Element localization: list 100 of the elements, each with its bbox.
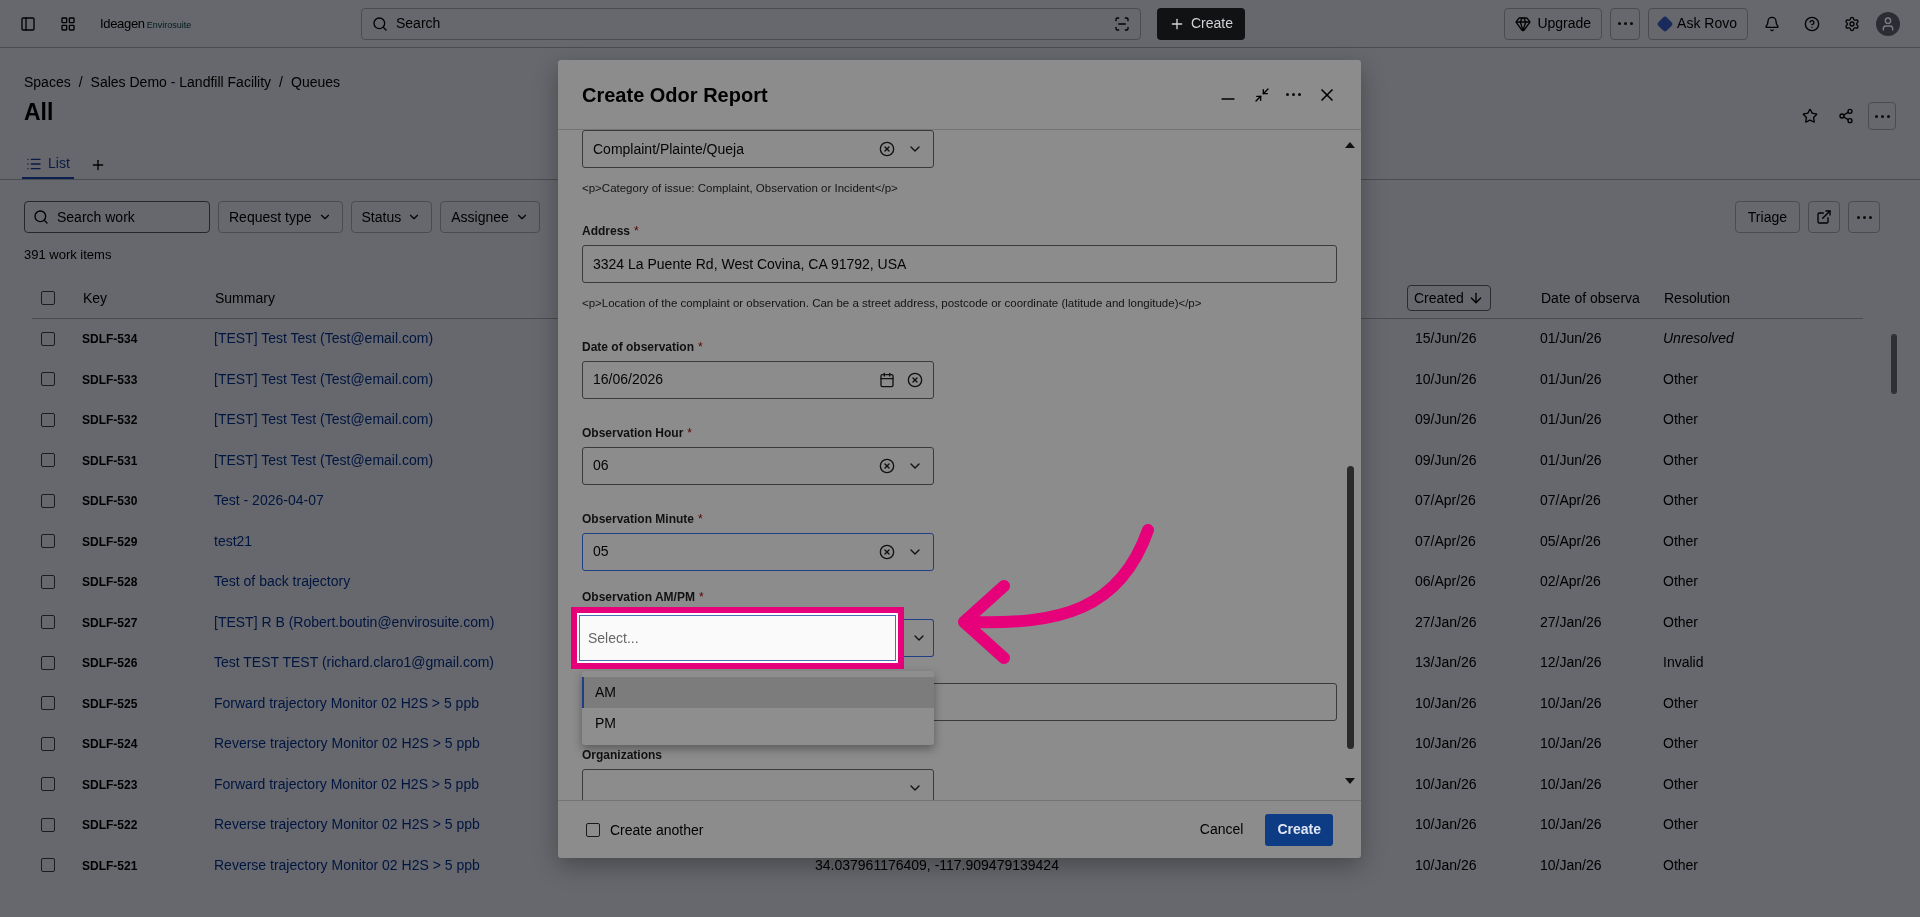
summary-link[interactable]: Test of back trajectory	[214, 573, 351, 590]
summary-link[interactable]: [TEST] Test Test (Test@email.com)	[214, 330, 434, 347]
search-field[interactable]: Search work	[24, 201, 210, 233]
summary-link[interactable]: Forward trajectory Monitor 02 H2S > 5 ppb	[214, 694, 479, 711]
settings-icon[interactable]	[1844, 15, 1860, 32]
clear-icon[interactable]	[879, 457, 895, 474]
upgrade-button[interactable]: Upgrade	[1504, 7, 1603, 40]
resolution-cell: Other	[1663, 451, 1698, 468]
summary-link[interactable]: Reverse trajectory Monitor 02 H2S > 5 ppb	[214, 856, 480, 873]
scroll-up-arrow[interactable]	[1345, 142, 1355, 148]
summary-link[interactable]: [TEST] Test Test (Test@email.com)	[214, 411, 434, 428]
row-checkbox[interactable]	[41, 574, 55, 589]
column-header[interactable]: Date of observa	[1540, 285, 1641, 311]
filter-dropdown[interactable]: Request type	[218, 201, 343, 233]
breadcrumb-link[interactable]: Sales Demo - Landfill Facility	[90, 72, 272, 93]
text-field[interactable]: 3324 La Puente Rd, West Covina, CA 91792, USA	[582, 245, 1337, 284]
share-icon[interactable]	[1838, 108, 1854, 124]
create-another-checkbox[interactable]	[586, 822, 600, 837]
select-input[interactable]: Select...	[579, 614, 896, 661]
item-count: 391 work items	[24, 246, 112, 264]
cancel-button[interactable]: Cancel	[1187, 813, 1256, 846]
row-checkbox[interactable]	[41, 412, 55, 427]
notifications-icon[interactable]	[1764, 15, 1780, 32]
row-checkbox[interactable]	[41, 493, 55, 508]
dropdown-toggle[interactable]	[904, 618, 934, 657]
dropdown-option[interactable]: PM	[582, 707, 934, 739]
issue-key: SDLF-521	[82, 858, 138, 873]
select-all-checkbox[interactable]	[41, 291, 55, 305]
clear-icon[interactable]	[879, 543, 895, 560]
avatar[interactable]	[1876, 11, 1900, 36]
calendar-icon[interactable]	[879, 371, 895, 388]
breadcrumb-link[interactable]: Queues	[291, 72, 341, 93]
star-icon[interactable]	[1802, 108, 1818, 124]
date-field[interactable]: 16/06/2026	[582, 360, 934, 399]
table-cell: 27/Jan/26	[1415, 613, 1477, 630]
breadcrumb-link[interactable]: Spaces	[24, 72, 71, 93]
more-button[interactable]	[1848, 201, 1880, 233]
table-cell: 10/Jan/26	[1415, 694, 1477, 711]
user-icon	[1880, 15, 1896, 32]
row-checkbox[interactable]	[41, 858, 55, 873]
collapse-icon[interactable]	[1254, 86, 1270, 103]
create-button[interactable]: Create	[1265, 813, 1333, 846]
scrollbar-thumb[interactable]	[1891, 334, 1897, 394]
row-checkbox[interactable]	[41, 453, 55, 468]
row-checkbox[interactable]	[41, 372, 55, 387]
clear-icon[interactable]	[907, 371, 923, 388]
column-header[interactable]: Resolution	[1663, 285, 1732, 311]
scrollbar-thumb[interactable]	[1347, 466, 1354, 749]
row-checkbox[interactable]	[41, 736, 55, 751]
sidebar-toggle-icon[interactable]	[20, 15, 36, 32]
summary-link[interactable]: test21	[214, 532, 253, 549]
column-header[interactable]: Key	[82, 285, 109, 311]
select-field[interactable]: 05	[582, 532, 934, 571]
summary-link[interactable]: Forward trajectory Monitor 02 H2S > 5 ppb	[214, 775, 479, 792]
dropdown-option[interactable]: AM	[582, 676, 934, 708]
column-header[interactable]: Created	[1407, 285, 1491, 311]
breadcrumb-separator: /	[78, 73, 83, 92]
resolution-cell: Invalid	[1663, 654, 1704, 671]
ask-rovo-button[interactable]: Ask Rovo	[1648, 7, 1748, 40]
helper-text: <p>Location of the complaint or observation. Can be a street address, postcode or coordinate (latitude and longitude)</p>	[582, 296, 1203, 312]
table-cell: 13/Jan/26	[1415, 654, 1477, 671]
row-checkbox[interactable]	[41, 817, 55, 832]
summary-link[interactable]: [TEST] R B (Robert.boutin@envirosuite.com)	[214, 613, 495, 630]
row-checkbox[interactable]	[41, 331, 55, 346]
summary-link[interactable]: Reverse trajectory Monitor 02 H2S > 5 ppb	[214, 816, 480, 833]
table-cell: 27/Jan/26	[1540, 613, 1602, 630]
create-button[interactable]: Create	[1157, 7, 1246, 40]
table-cell: 09/Jun/26	[1415, 411, 1477, 428]
app-switcher-icon[interactable]	[60, 15, 76, 32]
clear-icon[interactable]	[879, 141, 895, 157]
column-header[interactable]: Summary	[214, 285, 276, 311]
table-cell: 10/Jan/26	[1415, 735, 1477, 752]
select-field[interactable]: Complaint/Plainte/Queja	[582, 130, 934, 168]
row-checkbox[interactable]	[41, 777, 55, 792]
resolution-cell: Other	[1663, 735, 1698, 752]
row-checkbox[interactable]	[41, 615, 55, 630]
summary-link[interactable]: [TEST] Test Test (Test@email.com)	[214, 370, 434, 387]
search-field[interactable]: Search	[361, 7, 1141, 40]
more-button[interactable]	[1868, 102, 1896, 130]
open-external-button[interactable]	[1808, 201, 1840, 233]
more-button[interactable]	[1610, 7, 1641, 40]
filter-dropdown[interactable]: Assignee	[440, 201, 540, 233]
help-icon[interactable]	[1804, 15, 1820, 32]
summary-link[interactable]: [TEST] Test Test (Test@email.com)	[214, 451, 434, 468]
select-field[interactable]: 06	[582, 446, 934, 485]
logo[interactable]: Ideagen Envirosuite	[100, 13, 340, 34]
filter-dropdown[interactable]: Status	[350, 201, 433, 233]
table-cell: 15/Jun/26	[1415, 330, 1477, 347]
row-checkbox[interactable]	[41, 655, 55, 670]
scroll-down-arrow[interactable]	[1345, 778, 1355, 784]
tab[interactable]: List	[22, 150, 74, 179]
triage-button[interactable]: Triage	[1734, 201, 1800, 233]
filter-icon[interactable]	[1114, 15, 1130, 32]
summary-link[interactable]: Test TEST TEST (richard.claro1@gmail.com)	[214, 654, 495, 671]
summary-link[interactable]: Test - 2026-04-07	[214, 492, 324, 509]
resolution-cell: Other	[1663, 816, 1698, 833]
row-checkbox[interactable]	[41, 696, 55, 711]
row-checkbox[interactable]	[41, 534, 55, 549]
summary-link[interactable]: Reverse trajectory Monitor 02 H2S > 5 ppb	[214, 735, 480, 752]
select-field[interactable]	[582, 768, 934, 800]
